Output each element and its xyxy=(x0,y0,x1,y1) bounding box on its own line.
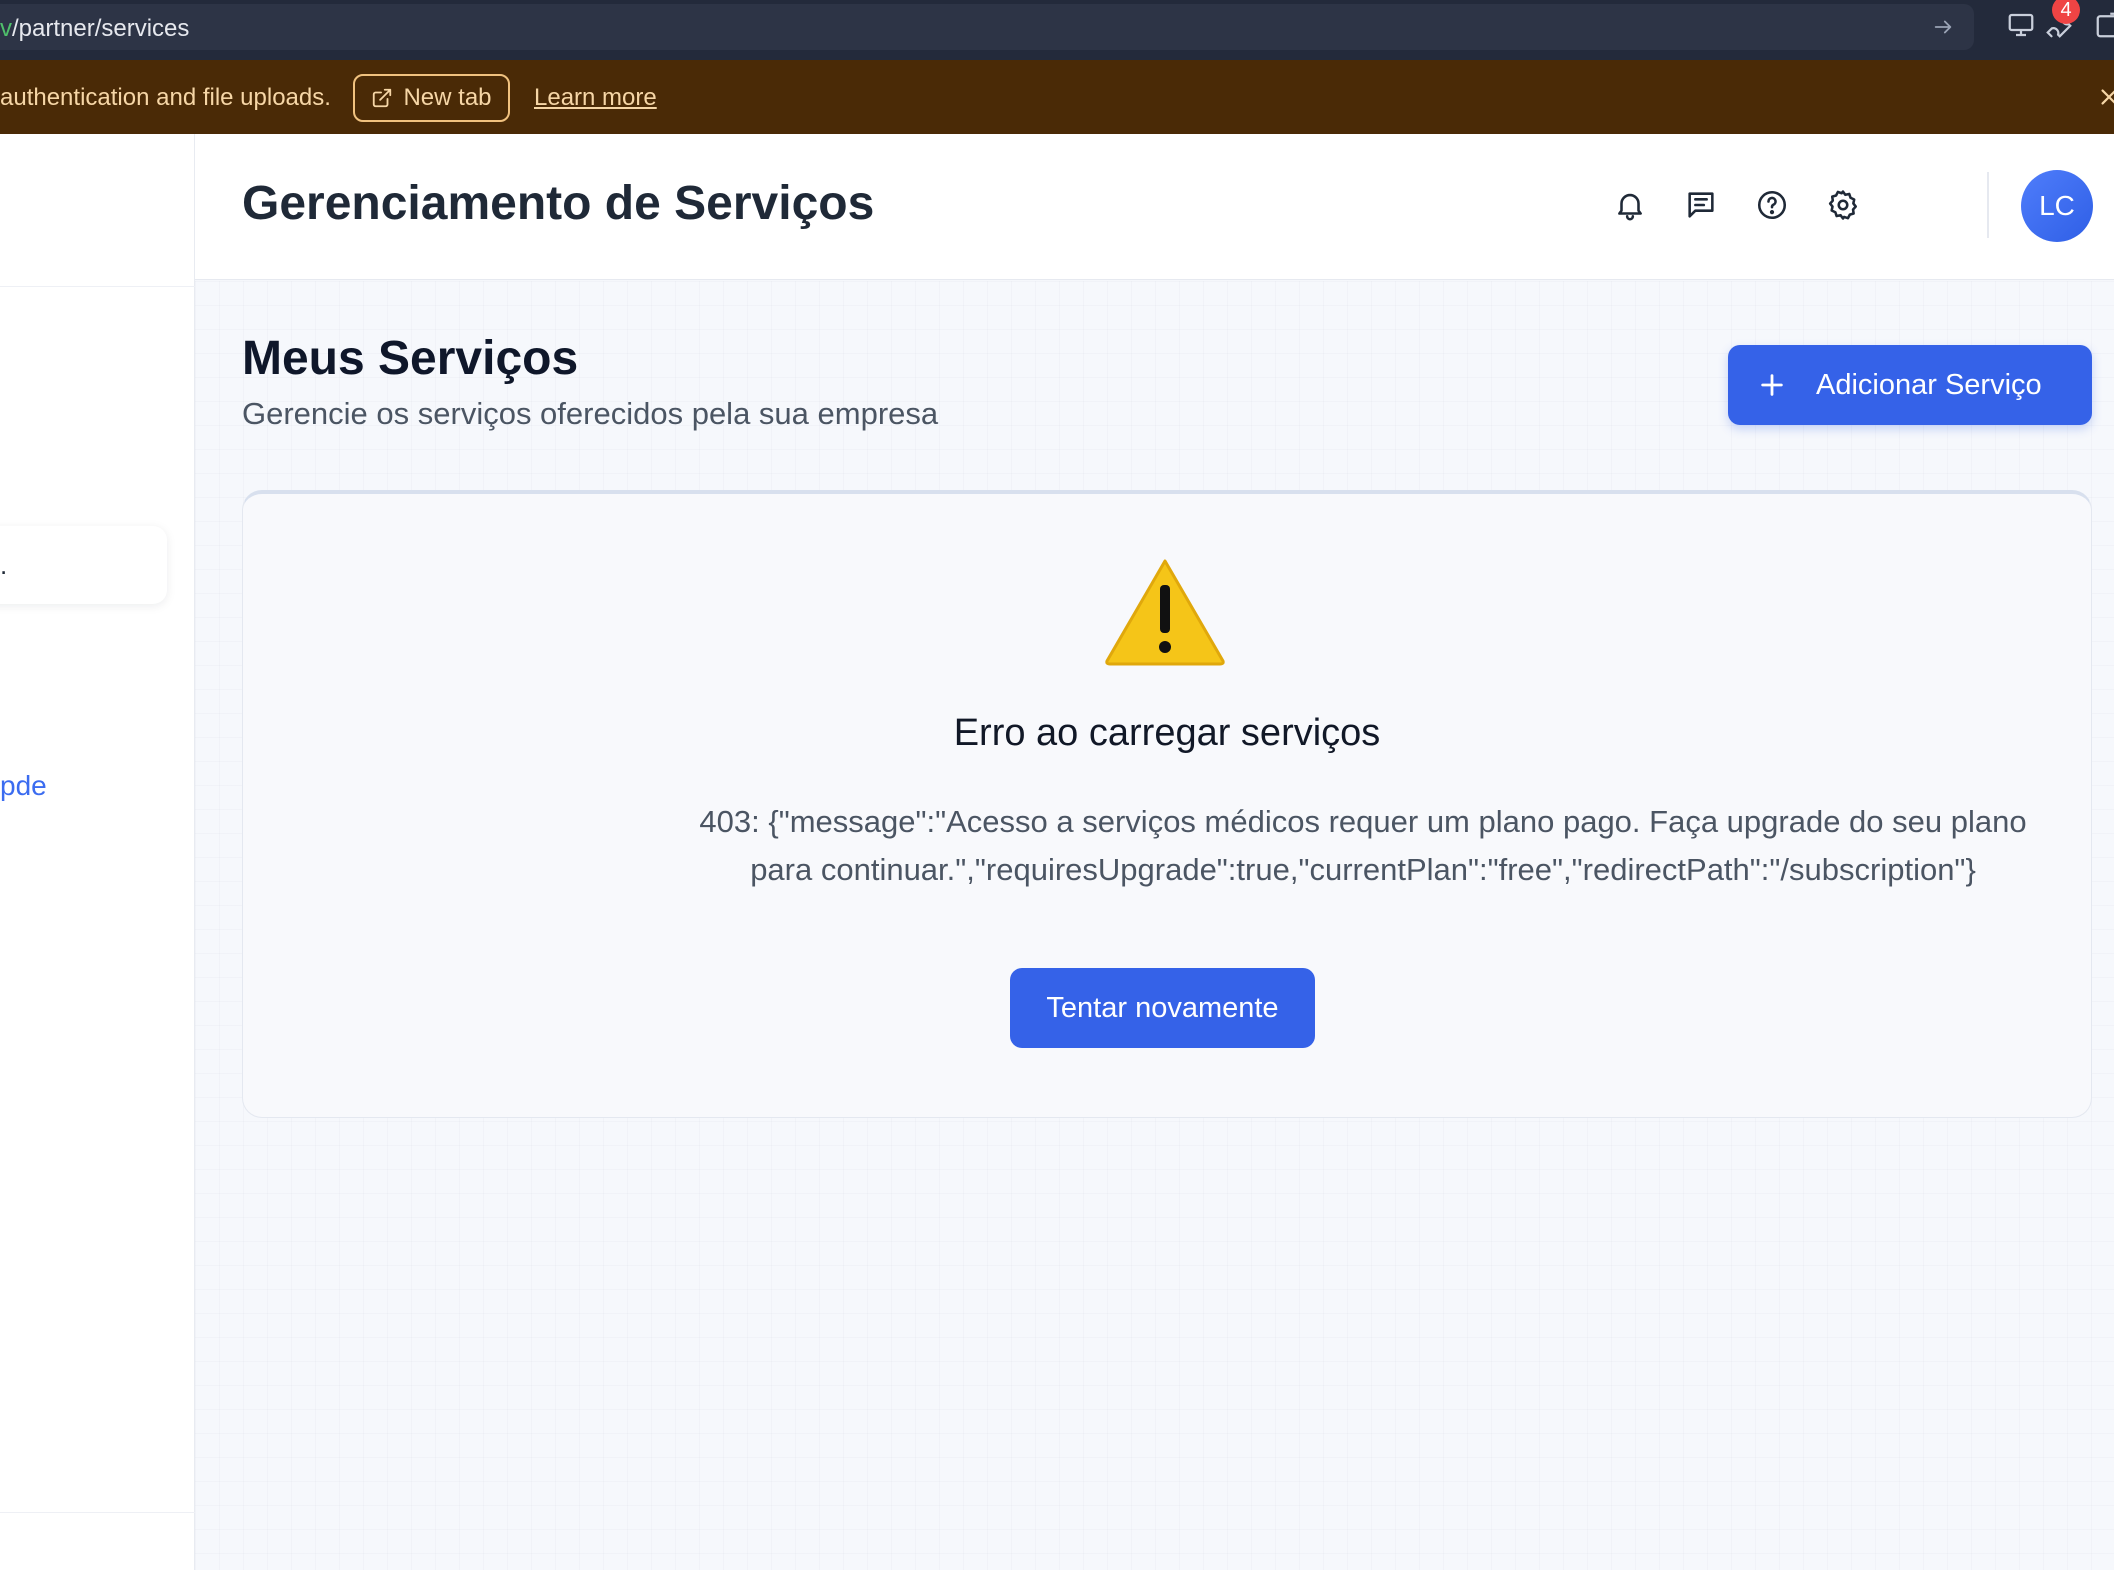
page-subtitle: Gerencie os serviços oferecidos pela sua… xyxy=(242,396,939,431)
avatar[interactable]: LC xyxy=(2021,170,2093,242)
plus-icon xyxy=(1761,374,1783,396)
notifications-button[interactable] xyxy=(1613,188,1647,222)
message-icon xyxy=(1688,192,1714,218)
sidebar-item-active[interactable]: . xyxy=(0,526,167,604)
app-root: v/partner/services 4 authentication and … xyxy=(0,0,2114,1570)
sidebar-item-label: . xyxy=(0,550,8,580)
close-icon[interactable] xyxy=(2098,86,2114,108)
external-link-icon xyxy=(373,88,392,108)
add-service-label: Adicionar Serviço xyxy=(1816,368,2042,401)
main-content: Meus Serviços Gerencie os serviços ofere… xyxy=(195,281,2114,1570)
browser-toolbar: v/partner/services 4 xyxy=(0,0,2114,60)
add-service-button[interactable]: Adicionar Serviço xyxy=(1728,345,2092,425)
address-bar[interactable]: v/partner/services xyxy=(0,4,1974,50)
messages-button[interactable] xyxy=(1684,188,1718,222)
warning-icon xyxy=(1105,559,1225,666)
top-header: Gerenciamento de Serviços LC xyxy=(195,134,2114,280)
settings-button[interactable] xyxy=(1826,188,1860,222)
sidebar-divider xyxy=(0,1512,195,1513)
sidebar-link[interactable]: pde xyxy=(0,770,47,802)
settings-icon xyxy=(1828,190,1858,220)
notice-banner: authentication and file uploads. New tab… xyxy=(0,60,2114,134)
url-text: v/partner/services xyxy=(0,15,189,43)
help-button[interactable] xyxy=(1755,188,1789,222)
header-title: Gerenciamento de Serviços xyxy=(242,177,875,230)
sidebar: . pde xyxy=(0,134,195,1570)
header-divider xyxy=(1987,172,1989,238)
error-card: Erro ao carregar serviços 403: {"message… xyxy=(242,490,2092,1118)
error-message: 403: {"message":"Acesso a serviços médic… xyxy=(699,804,2027,887)
page-title: Meus Serviços xyxy=(242,332,579,385)
error-title: Erro ao carregar serviços xyxy=(953,712,1381,754)
new-tab-label: New tab xyxy=(403,84,492,111)
learn-more-link[interactable]: Learn more xyxy=(534,84,657,112)
help-icon xyxy=(1757,190,1787,220)
external-window-icon[interactable] xyxy=(2094,10,2114,40)
retry-button[interactable]: Tentar novamente xyxy=(1010,968,1315,1048)
url-host: v xyxy=(0,15,12,42)
sidebar-divider xyxy=(0,286,195,287)
banner-text: authentication and file uploads. xyxy=(0,84,331,111)
new-tab-button[interactable]: New tab xyxy=(353,74,510,122)
extension-badge: 4 xyxy=(2052,0,2080,24)
bell-icon xyxy=(1618,193,1642,221)
screen-icon[interactable] xyxy=(2006,10,2036,40)
arrow-right-icon[interactable] xyxy=(1932,16,1954,38)
url-path: /partner/services xyxy=(12,15,190,42)
